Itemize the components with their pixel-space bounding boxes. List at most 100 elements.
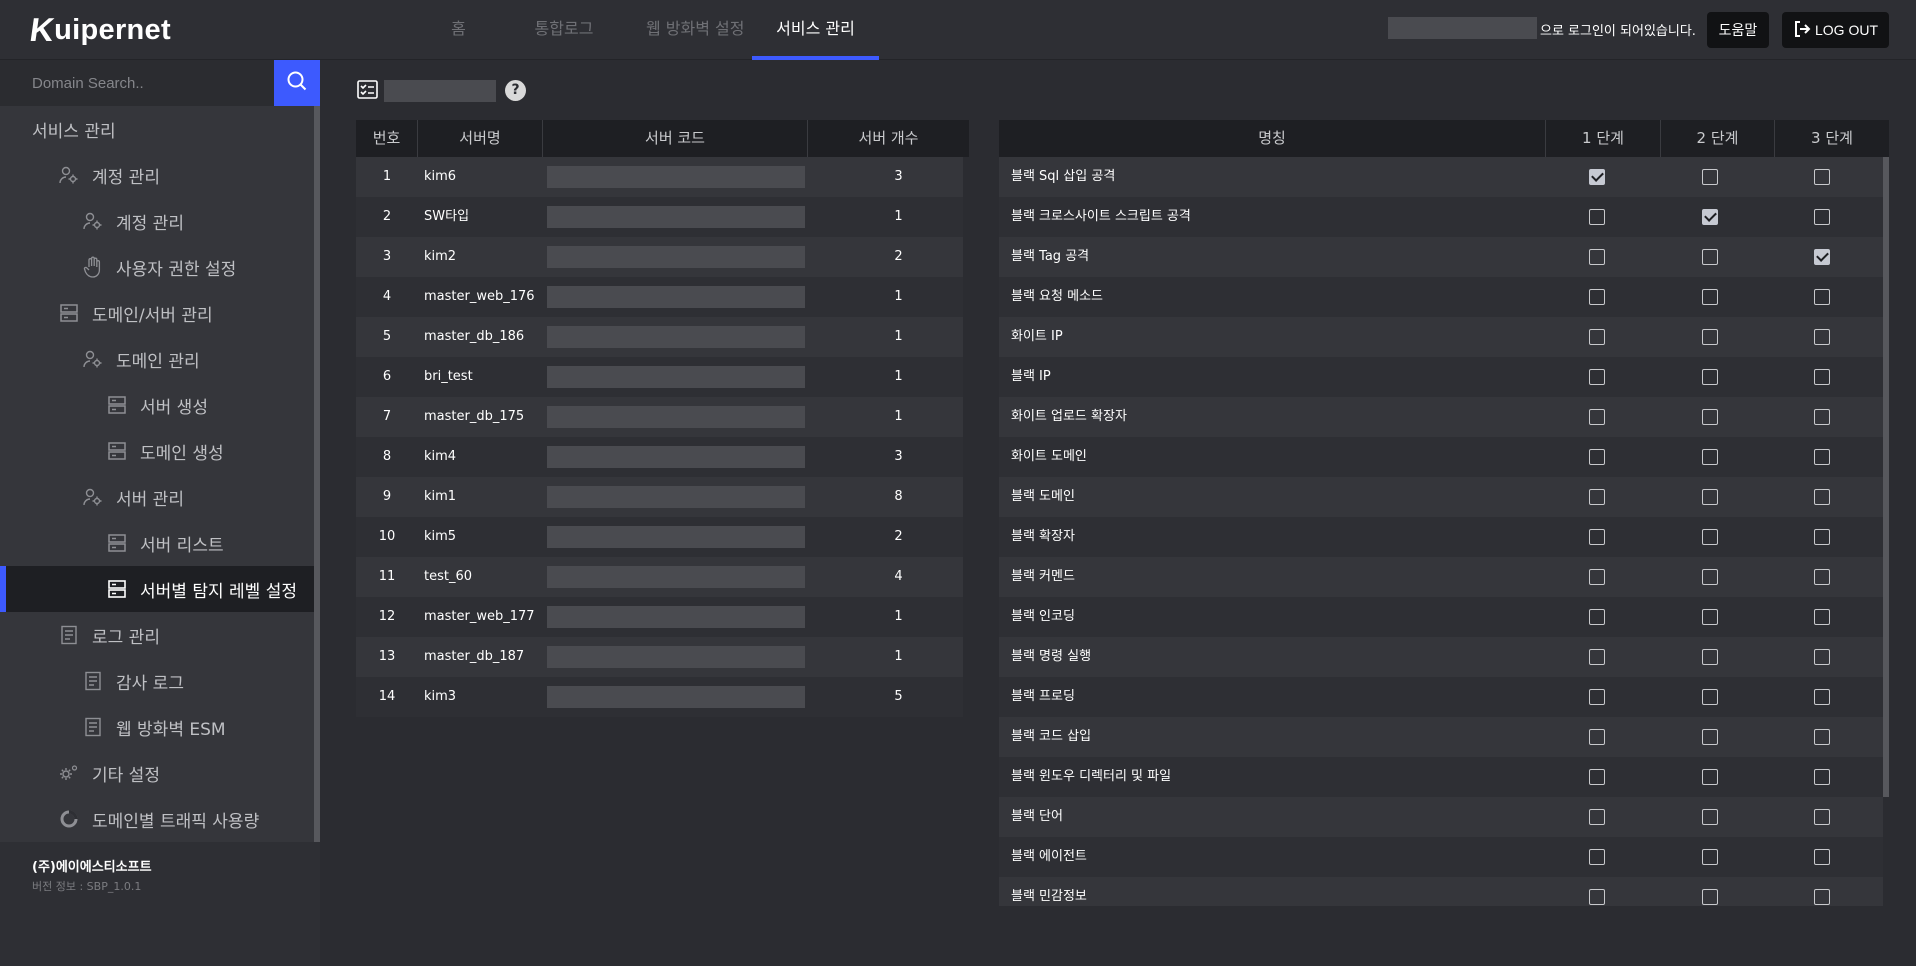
level-2-checkbox[interactable] xyxy=(1702,889,1718,905)
level-1-checkbox[interactable] xyxy=(1589,649,1605,665)
sidebar-item[interactable]: 서비스 관리 xyxy=(0,106,314,152)
sidebar-item[interactable]: 로그 관리 xyxy=(0,612,314,658)
level-2-checkbox[interactable] xyxy=(1702,369,1718,385)
level-2-checkbox[interactable] xyxy=(1702,169,1718,185)
sidebar-item[interactable]: 도메인/서버 관리 xyxy=(0,290,314,336)
level-2-checkbox[interactable] xyxy=(1702,329,1718,345)
table-row[interactable]: 14 kim3 5 xyxy=(356,677,963,717)
level-3-checkbox[interactable] xyxy=(1814,889,1830,905)
level-2-checkbox[interactable] xyxy=(1702,689,1718,705)
level-2-checkbox[interactable] xyxy=(1702,289,1718,305)
level-2-checkbox[interactable] xyxy=(1702,409,1718,425)
level-2-checkbox[interactable] xyxy=(1702,209,1718,225)
table-row[interactable]: 10 kim5 2 xyxy=(356,517,963,557)
level-1-checkbox[interactable] xyxy=(1589,769,1605,785)
level-1-checkbox[interactable] xyxy=(1589,369,1605,385)
table-row[interactable]: 6 bri_test 1 xyxy=(356,357,963,397)
sidebar-item[interactable]: 웹 방화벽 ESM xyxy=(0,704,314,750)
level-3-checkbox[interactable] xyxy=(1814,529,1830,545)
level-1-checkbox[interactable] xyxy=(1589,889,1605,905)
sidebar-item[interactable]: 감사 로그 xyxy=(0,658,314,704)
level-3-checkbox[interactable] xyxy=(1814,169,1830,185)
level-1-checkbox[interactable] xyxy=(1589,209,1605,225)
table-row[interactable]: 9 kim1 8 xyxy=(356,477,963,517)
table-row[interactable]: 1 kim6 3 xyxy=(356,157,963,197)
sidebar-item[interactable]: 도메인 생성 xyxy=(0,428,314,474)
tab-home[interactable]: 홈 xyxy=(420,0,497,60)
app-logo[interactable]: Kuipernet xyxy=(27,11,171,48)
level-3-checkbox[interactable] xyxy=(1814,689,1830,705)
cell-server-count: 1 xyxy=(894,409,903,424)
domain-search-input[interactable] xyxy=(0,60,274,106)
level-1-checkbox[interactable] xyxy=(1589,409,1605,425)
level-1-checkbox[interactable] xyxy=(1589,529,1605,545)
level-2-checkbox[interactable] xyxy=(1702,489,1718,505)
sidebar-item[interactable]: 도메인별 트래픽 사용량 xyxy=(0,796,314,842)
level-1-checkbox[interactable] xyxy=(1589,609,1605,625)
tab-service-management[interactable]: 서비스 관리 xyxy=(752,0,879,60)
level-1-checkbox[interactable] xyxy=(1589,569,1605,585)
level-1-checkbox[interactable] xyxy=(1589,329,1605,345)
table-row[interactable]: 2 SW타입 1 xyxy=(356,197,963,237)
level-2-checkbox[interactable] xyxy=(1702,809,1718,825)
level-3-checkbox[interactable] xyxy=(1814,489,1830,505)
level-2-checkbox[interactable] xyxy=(1702,849,1718,865)
level-3-checkbox[interactable] xyxy=(1814,569,1830,585)
level-1-checkbox[interactable] xyxy=(1589,449,1605,465)
level-1-checkbox[interactable] xyxy=(1589,729,1605,745)
level-2-checkbox[interactable] xyxy=(1702,249,1718,265)
level-1-checkbox[interactable] xyxy=(1589,249,1605,265)
sidebar-item[interactable]: 기타 설정 xyxy=(0,750,314,796)
level-2-checkbox[interactable] xyxy=(1702,609,1718,625)
sidebar-item[interactable]: 서버별 탐지 레벨 설정 xyxy=(0,566,314,612)
table-row[interactable]: 5 master_db_186 1 xyxy=(356,317,963,357)
level-3-checkbox[interactable] xyxy=(1814,769,1830,785)
rule-table-scrollbar[interactable] xyxy=(1883,157,1889,797)
sidebar-item[interactable]: 계정 관리 xyxy=(0,198,314,244)
level-1-checkbox[interactable] xyxy=(1589,809,1605,825)
table-row[interactable]: 11 test_60 4 xyxy=(356,557,963,597)
level-3-checkbox[interactable] xyxy=(1814,649,1830,665)
sidebar-item[interactable]: 계정 관리 xyxy=(0,152,314,198)
table-row[interactable]: 7 master_db_175 1 xyxy=(356,397,963,437)
level-3-checkbox[interactable] xyxy=(1814,449,1830,465)
level-3-checkbox[interactable] xyxy=(1814,209,1830,225)
level-2-checkbox[interactable] xyxy=(1702,569,1718,585)
level-3-checkbox[interactable] xyxy=(1814,329,1830,345)
logout-button[interactable]: LOG OUT xyxy=(1782,12,1889,48)
level-2-checkbox[interactable] xyxy=(1702,529,1718,545)
level-2-checkbox[interactable] xyxy=(1702,729,1718,745)
level-1-checkbox[interactable] xyxy=(1589,849,1605,865)
sidebar-item[interactable]: 사용자 권한 설정 xyxy=(0,244,314,290)
level-3-checkbox[interactable] xyxy=(1814,409,1830,425)
level-3-checkbox[interactable] xyxy=(1814,609,1830,625)
question-icon[interactable]: ? xyxy=(505,80,526,101)
level-3-checkbox[interactable] xyxy=(1814,249,1830,265)
sidebar-item[interactable]: 서버 생성 xyxy=(0,382,314,428)
table-row[interactable]: 13 master_db_187 1 xyxy=(356,637,963,677)
level-3-checkbox[interactable] xyxy=(1814,809,1830,825)
table-row[interactable]: 3 kim2 2 xyxy=(356,237,963,277)
table-row[interactable]: 12 master_web_177 1 xyxy=(356,597,963,637)
search-button[interactable] xyxy=(274,60,320,106)
level-1-checkbox[interactable] xyxy=(1589,289,1605,305)
level-2-checkbox[interactable] xyxy=(1702,449,1718,465)
level-3-checkbox[interactable] xyxy=(1814,849,1830,865)
level-2-checkbox[interactable] xyxy=(1702,649,1718,665)
level-3-checkbox[interactable] xyxy=(1814,729,1830,745)
sidebar-item[interactable]: 서버 리스트 xyxy=(0,520,314,566)
table-row[interactable]: 8 kim4 3 xyxy=(356,437,963,477)
sidebar-item[interactable]: 서버 관리 xyxy=(0,474,314,520)
sidebar-item[interactable]: 도메인 관리 xyxy=(0,336,314,382)
level-3-checkbox[interactable] xyxy=(1814,369,1830,385)
level-1-checkbox[interactable] xyxy=(1589,169,1605,185)
level-1-checkbox[interactable] xyxy=(1589,489,1605,505)
sidebar-scrollbar[interactable] xyxy=(314,106,320,842)
table-row[interactable]: 4 master_web_176 1 xyxy=(356,277,963,317)
level-3-checkbox[interactable] xyxy=(1814,289,1830,305)
level-1-checkbox[interactable] xyxy=(1589,689,1605,705)
tab-waf-settings[interactable]: 웹 방화벽 설정 xyxy=(625,0,752,60)
help-button[interactable]: 도움말 xyxy=(1707,12,1769,48)
level-2-checkbox[interactable] xyxy=(1702,769,1718,785)
tab-integrated-log[interactable]: 통합로그 xyxy=(503,0,625,60)
